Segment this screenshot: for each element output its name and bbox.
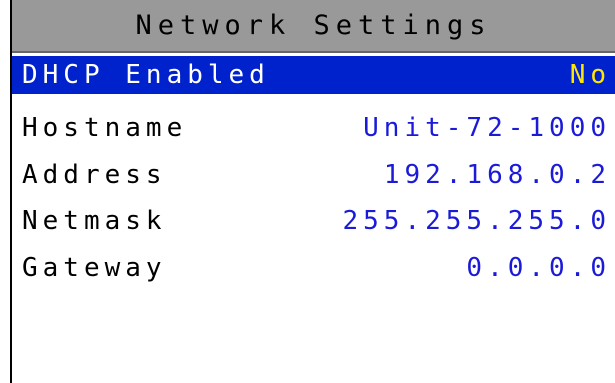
screen-title: Network Settings — [135, 10, 492, 41]
setting-value: 192.168.0.2 — [383, 160, 611, 190]
setting-value: Unit-72-1000 — [363, 113, 611, 143]
setting-value: 0.0.0.0 — [466, 253, 611, 283]
setting-row-address[interactable]: Address 192.168.0.2 — [12, 156, 615, 194]
setting-label: Netmask — [22, 206, 167, 236]
setting-row-netmask[interactable]: Netmask 255.255.255.0 — [12, 202, 615, 240]
setting-label: Hostname — [22, 113, 188, 143]
setting-label: Address — [22, 160, 167, 190]
title-bar: Network Settings — [12, 0, 615, 53]
setting-row-gateway[interactable]: Gateway 0.0.0.0 — [12, 249, 615, 287]
network-settings-screen: Network Settings DHCP Enabled No Hostnam… — [10, 0, 615, 383]
setting-value: 255.255.255.0 — [342, 206, 611, 236]
setting-label: DHCP Enabled — [22, 60, 270, 90]
setting-label: Gateway — [22, 253, 167, 283]
setting-row-hostname[interactable]: Hostname Unit-72-1000 — [12, 109, 615, 147]
setting-value: No — [569, 60, 611, 90]
setting-row-dhcp-enabled[interactable]: DHCP Enabled No — [12, 56, 615, 94]
